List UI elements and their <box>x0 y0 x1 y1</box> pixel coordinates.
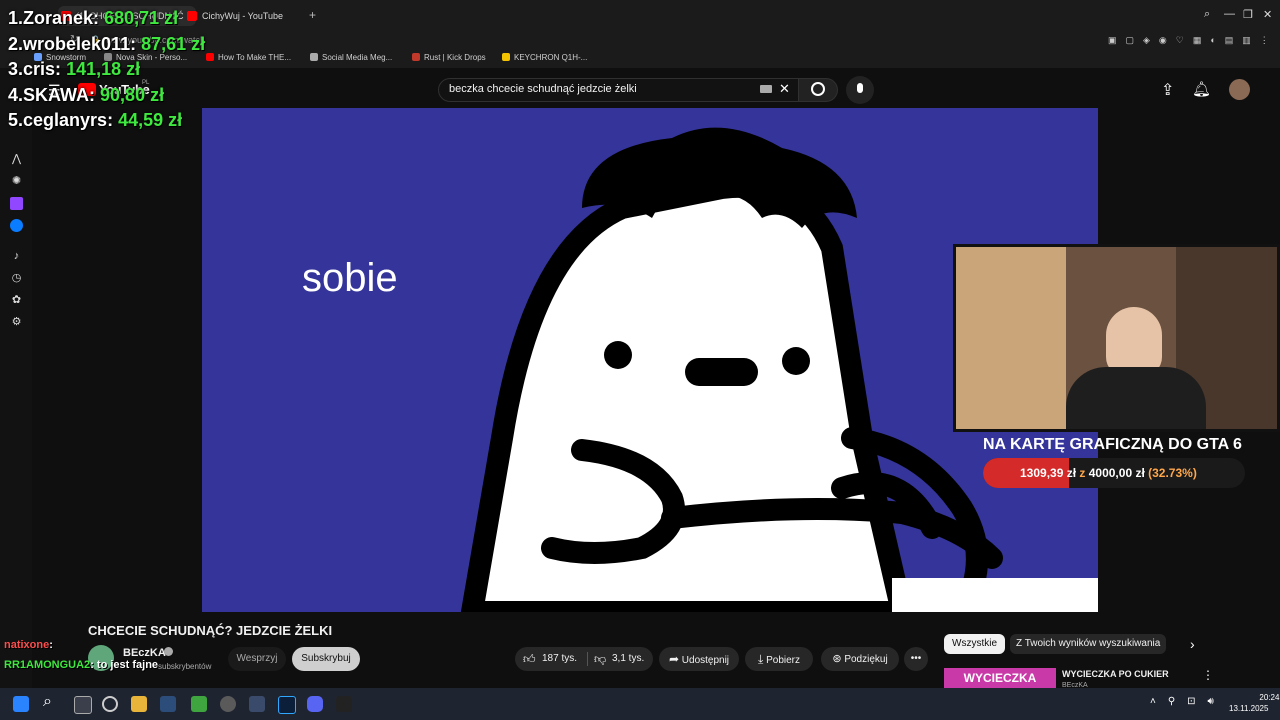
thumb-up-icon[interactable]: 👍︎ <box>523 647 536 671</box>
minimize-icon[interactable]: — <box>1224 8 1235 20</box>
search-icon[interactable]: ⌕ <box>1204 8 1210 21</box>
windows-start-icon[interactable] <box>13 696 29 712</box>
chip-all[interactable]: Wszystkie <box>944 634 1005 654</box>
goal-progress-text: 1309,39 zł z 4000,00 zł (32.73%) <box>1020 466 1197 480</box>
chat-message: natixone: <box>4 639 53 651</box>
search-query: beczka chcecie schudnąć jedzcie żelki <box>449 83 637 95</box>
recommended-menu-icon[interactable]: ⋮ <box>1202 668 1214 682</box>
recommended-thumbnail[interactable]: WYCIECZKA <box>944 668 1056 688</box>
recommended-title[interactable]: WYCIECZKA PO CUKIER <box>1062 669 1169 679</box>
dislike-count[interactable]: 3,1 tys. <box>612 647 644 671</box>
task-view-icon[interactable] <box>74 696 92 714</box>
thanks-icon: ⊛ <box>832 653 842 665</box>
circle-app-icon[interactable] <box>102 696 118 712</box>
bookmark-icon <box>502 53 510 61</box>
video-title: CHCECIE SCHUDNĄĆ? JEDZCIE ŻELKI <box>88 623 333 638</box>
leaderboard-entry: 4.SKAWA: 90,80 zł <box>8 85 165 105</box>
bookmark-icon <box>206 53 214 61</box>
clear-search-icon[interactable]: ✕ <box>779 81 790 97</box>
divider <box>587 652 588 666</box>
bell-icon[interactable]: 🔔︎ <box>1192 80 1211 98</box>
steam-icon[interactable] <box>160 696 176 712</box>
support-button[interactable]: Wesprzyj <box>228 647 286 671</box>
verified-icon <box>164 647 173 656</box>
bookmark-item[interactable]: Social Media Meg... <box>310 53 392 62</box>
guitar-icon[interactable]: ♪ <box>10 250 23 263</box>
settings-icon[interactable]: ⚙ <box>10 316 23 329</box>
mic-icon <box>857 83 863 93</box>
search-icon <box>811 82 825 96</box>
tab-cichywuj[interactable]: CichyWuj - YouTube <box>184 6 322 26</box>
minecraft-icon[interactable] <box>191 696 207 712</box>
bookmark-icon <box>412 53 420 61</box>
share-button[interactable]: ➦ Udostępnij <box>659 647 739 671</box>
close-icon[interactable]: ✕ <box>1263 8 1272 21</box>
chrome-icon[interactable] <box>220 696 236 712</box>
chip-from-search[interactable]: Z Twoich wyników wyszukiwania <box>1010 634 1167 654</box>
openai-icon[interactable]: ✺ <box>10 175 23 188</box>
browser-sidebar: ⋀ ✺ ♪ ◷ ✿ ⚙ <box>0 68 32 688</box>
thanks-button[interactable]: ⊛ Podziękuj <box>821 647 899 671</box>
photoshop-icon[interactable] <box>278 696 296 714</box>
arc-icon[interactable]: ⋀ <box>10 153 23 166</box>
thumb-down-icon[interactable]: 👎︎ <box>594 647 606 671</box>
browser-tab-bar: (1) CHCECIE SCHUDNĄĆ CichyWuj - YouTube … <box>0 0 1280 30</box>
search-button[interactable] <box>798 78 838 102</box>
voice-search-button[interactable] <box>846 76 874 104</box>
clock-icon[interactable]: ◷ <box>10 272 23 285</box>
channel-name[interactable]: BEczKA <box>123 647 166 659</box>
bookmark-icon <box>310 53 318 61</box>
leaderboard-entry: 3.cris: 141,18 zł <box>8 59 141 79</box>
messenger-icon[interactable] <box>10 219 23 232</box>
like-dislike-group: 👍︎ 187 tys. 👎︎ 3,1 tys. <box>515 647 653 671</box>
file-explorer-icon[interactable] <box>131 696 147 712</box>
kick-app-icon[interactable] <box>336 696 352 712</box>
pet-icon[interactable]: ✿ <box>10 294 23 307</box>
chat-message: RR1AMONGUA2: to jest fajne <box>4 659 159 671</box>
bookmark-item[interactable]: Rust | Kick Drops <box>412 53 486 62</box>
subscribe-button[interactable]: Subskrybuj <box>292 647 360 671</box>
youtube-favicon-icon <box>187 11 197 21</box>
tab-label: CichyWuj - YouTube <box>202 11 284 21</box>
streamer-webcam <box>953 244 1280 432</box>
leaderboard-entry: 1.Zoranek: 680,71 zł <box>8 8 179 28</box>
plus-icon[interactable]: + <box>309 8 316 22</box>
twitch-icon[interactable] <box>10 197 23 210</box>
video-caption-text: sobie <box>302 256 398 300</box>
avatar[interactable] <box>1229 79 1250 100</box>
download-icon: ⤓ <box>758 652 764 666</box>
chevron-right-icon[interactable]: › <box>1190 636 1195 652</box>
davinci-icon[interactable] <box>249 696 265 712</box>
goal-title: NA KARTĘ GRAFICZNĄ DO GTA 6 <box>983 436 1242 453</box>
search-icon[interactable]: ⌕ <box>43 693 52 711</box>
taskbar-clock[interactable]: 20:24 13.11.2025 <box>1229 692 1279 714</box>
leaderboard-entry: 5.ceglanyrs: 44,59 zł <box>8 110 183 130</box>
discord-icon[interactable] <box>307 696 323 712</box>
system-tray-icons[interactable]: ˄⚲⊡🔊︎ <box>1150 696 1226 707</box>
more-icon: ••• <box>910 653 922 664</box>
maximize-icon[interactable]: ❐ <box>1243 8 1253 21</box>
share-icon: ➦ <box>668 652 679 666</box>
like-count[interactable]: 187 tys. <box>542 647 577 671</box>
bookmark-item[interactable]: How To Make THE... <box>206 53 291 62</box>
extension-icons[interactable]: ▣▢◈◉♡▦◐▤▥⋮ <box>1108 35 1278 46</box>
download-button[interactable]: ⤓ Pobierz <box>745 647 813 671</box>
upload-icon[interactable]: ⇪ <box>1161 80 1174 100</box>
more-actions-button[interactable]: ••• <box>904 647 928 671</box>
bookmark-item[interactable]: KEYCHRON Q1H-... <box>502 53 587 62</box>
keyboard-icon[interactable] <box>760 85 772 93</box>
leaderboard-entry: 2.wrobelek011: 87,61 zł <box>8 34 206 54</box>
subscriber-count: subskrybentów <box>158 662 212 671</box>
